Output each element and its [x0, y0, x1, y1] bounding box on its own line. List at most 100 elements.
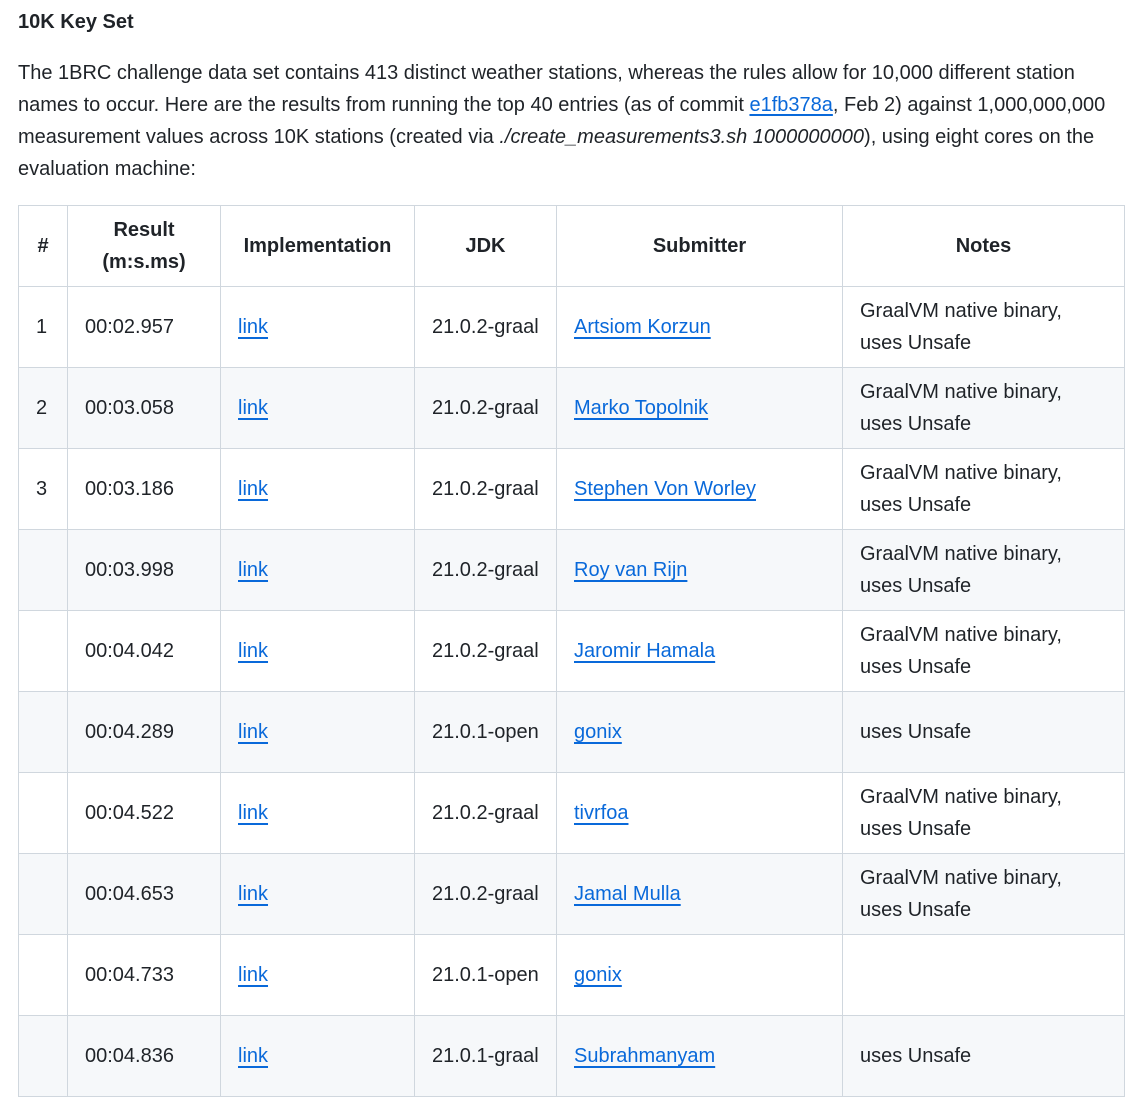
cell-jdk: 21.0.2-graal [414, 853, 557, 935]
cell-submitter: gonix [556, 934, 843, 1016]
cell-implementation-link[interactable]: link [238, 964, 268, 986]
cell-result: 00:03.186 [67, 448, 221, 530]
cell-submitter-link[interactable]: Jamal Mulla [574, 883, 681, 905]
commit-link[interactable]: e1fb378a [749, 94, 832, 116]
cell-rank: 2 [18, 367, 68, 449]
cell-implementation: link [220, 853, 415, 935]
cell-implementation: link [220, 772, 415, 854]
cell-implementation-link[interactable]: link [238, 640, 268, 662]
cell-implementation-link[interactable]: link [238, 802, 268, 824]
cell-rank [18, 610, 68, 692]
cell-notes: uses Unsafe [842, 1015, 1125, 1097]
cell-submitter-link[interactable]: Roy van Rijn [574, 559, 687, 581]
cell-result: 00:04.042 [67, 610, 221, 692]
cell-notes: GraalVM native binary, uses Unsafe [842, 853, 1125, 935]
cell-submitter: Jamal Mulla [556, 853, 843, 935]
header-implementation: Implementation [220, 205, 415, 287]
cell-submitter: Marko Topolnik [556, 367, 843, 449]
cell-implementation-link[interactable]: link [238, 478, 268, 500]
cell-submitter: Subrahmanyam [556, 1015, 843, 1097]
cell-jdk: 21.0.2-graal [414, 286, 557, 368]
cell-implementation: link [220, 1015, 415, 1097]
cell-notes: GraalVM native binary, uses Unsafe [842, 286, 1125, 368]
cell-implementation: link [220, 934, 415, 1016]
section-title: 10K Key Set [18, 11, 134, 33]
cell-implementation-link[interactable]: link [238, 397, 268, 419]
cell-submitter: Artsiom Korzun [556, 286, 843, 368]
cell-submitter-link[interactable]: Artsiom Korzun [574, 316, 711, 338]
cell-rank [18, 691, 68, 773]
cell-submitter-link[interactable]: Marko Topolnik [574, 397, 708, 419]
intro-paragraph: The 1BRC challenge data set contains 413… [18, 57, 1108, 185]
cell-notes: GraalVM native binary, uses Unsafe [842, 529, 1125, 611]
cell-result: 00:04.733 [67, 934, 221, 1016]
cell-implementation: link [220, 286, 415, 368]
cell-notes: GraalVM native binary, uses Unsafe [842, 772, 1125, 854]
cell-implementation: link [220, 691, 415, 773]
cell-submitter-link[interactable]: Jaromir Hamala [574, 640, 715, 662]
cell-rank [18, 1015, 68, 1097]
table-row: 3 00:03.186 link 21.0.2-graal Stephen Von Wo… [18, 448, 1125, 530]
table-header-row: # Result (m:s.ms) Implementation JDK Sub… [18, 205, 1125, 287]
table-row: 1 00:02.957 link 21.0.2-graal Artsiom Korzun… [18, 286, 1125, 368]
cell-result: 00:03.998 [67, 529, 221, 611]
cell-rank: 3 [18, 448, 68, 530]
cell-jdk: 21.0.2-graal [414, 772, 557, 854]
cell-rank [18, 529, 68, 611]
results-table: # Result (m:s.ms) Implementation JDK Sub… [18, 205, 1125, 1097]
header-jdk: JDK [414, 205, 557, 287]
header-submitter: Submitter [556, 205, 843, 287]
table-row: 00:04.733 link 21.0.1-open gonix [18, 934, 1125, 1016]
cell-submitter-link[interactable]: gonix [574, 721, 622, 743]
table-row: 00:03.998 link 21.0.2-graal Roy van Rijn Gra… [18, 529, 1125, 611]
cell-implementation: link [220, 610, 415, 692]
cell-implementation-link[interactable]: link [238, 1045, 268, 1067]
table-row: 00:04.289 link 21.0.1-open gonix uses Unsafe [18, 691, 1125, 773]
cell-result: 00:04.836 [67, 1015, 221, 1097]
cell-jdk: 21.0.1-graal [414, 1015, 557, 1097]
cell-submitter: gonix [556, 691, 843, 773]
table-row: 00:04.042 link 21.0.2-graal Jaromir Hamala G… [18, 610, 1125, 692]
cell-implementation: link [220, 448, 415, 530]
cell-submitter: Roy van Rijn [556, 529, 843, 611]
cell-notes: GraalVM native binary, uses Unsafe [842, 448, 1125, 530]
cell-notes: GraalVM native binary, uses Unsafe [842, 367, 1125, 449]
cell-rank [18, 934, 68, 1016]
header-result: Result (m:s.ms) [67, 205, 221, 287]
cell-rank [18, 772, 68, 854]
cell-submitter: Jaromir Hamala [556, 610, 843, 692]
header-rank: # [18, 205, 68, 287]
cell-jdk: 21.0.2-graal [414, 610, 557, 692]
cell-implementation-link[interactable]: link [238, 721, 268, 743]
cell-submitter-link[interactable]: Subrahmanyam [574, 1045, 715, 1067]
cell-notes: uses Unsafe [842, 691, 1125, 773]
cell-implementation-link[interactable]: link [238, 316, 268, 338]
cell-jdk: 21.0.2-graal [414, 448, 557, 530]
cell-result: 00:04.522 [67, 772, 221, 854]
cell-submitter: tivrfoa [556, 772, 843, 854]
table-row: 2 00:03.058 link 21.0.2-graal Marko Topolnik… [18, 367, 1125, 449]
cell-submitter-link[interactable]: gonix [574, 964, 622, 986]
cell-jdk: 21.0.1-open [414, 934, 557, 1016]
cell-implementation-link[interactable]: link [238, 559, 268, 581]
cell-notes: GraalVM native binary, uses Unsafe [842, 610, 1125, 692]
cell-submitter-link[interactable]: Stephen Von Worley [574, 478, 756, 500]
header-notes: Notes [842, 205, 1125, 287]
cell-implementation-link[interactable]: link [238, 883, 268, 905]
cell-jdk: 21.0.2-graal [414, 529, 557, 611]
cell-rank: 1 [18, 286, 68, 368]
cell-implementation: link [220, 367, 415, 449]
cell-jdk: 21.0.2-graal [414, 367, 557, 449]
command-text: ./create_measurements3.sh 1000000000 [499, 126, 865, 148]
cell-jdk: 21.0.1-open [414, 691, 557, 773]
cell-implementation: link [220, 529, 415, 611]
table-row: 00:04.522 link 21.0.2-graal tivrfoa GraalVM … [18, 772, 1125, 854]
cell-submitter-link[interactable]: tivrfoa [574, 802, 628, 824]
cell-notes [842, 934, 1125, 1016]
cell-result: 00:04.653 [67, 853, 221, 935]
table-row: 00:04.653 link 21.0.2-graal Jamal Mulla Graa… [18, 853, 1125, 935]
cell-submitter: Stephen Von Worley [556, 448, 843, 530]
cell-result: 00:02.957 [67, 286, 221, 368]
cell-result: 00:04.289 [67, 691, 221, 773]
cell-result: 00:03.058 [67, 367, 221, 449]
